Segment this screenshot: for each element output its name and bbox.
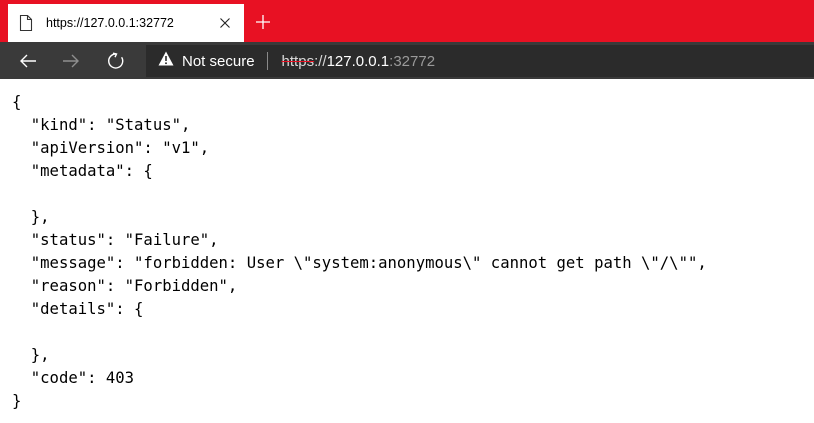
json-line bbox=[12, 183, 814, 206]
url-scheme: https bbox=[281, 52, 315, 70]
security-indicator[interactable]: Not secure bbox=[146, 45, 267, 77]
arrow-left-icon[interactable] bbox=[10, 42, 46, 79]
url-port: :32772 bbox=[389, 52, 436, 70]
json-line: "kind": "Status", bbox=[12, 116, 191, 134]
url-host: 127.0.0.1 bbox=[326, 52, 390, 70]
browser-tab[interactable]: https://127.0.0.1:32772 bbox=[8, 4, 244, 42]
close-icon[interactable] bbox=[214, 12, 236, 34]
json-line: } bbox=[12, 392, 22, 410]
url-text[interactable]: https://127.0.0.1:32772 bbox=[282, 53, 436, 70]
json-line: { bbox=[12, 93, 22, 111]
json-line bbox=[12, 321, 814, 344]
arrow-right-icon[interactable] bbox=[53, 42, 89, 79]
json-response-body: { "kind": "Status", "apiVersion": "v1", … bbox=[12, 91, 814, 413]
security-label: Not secure bbox=[182, 52, 255, 70]
json-line: "reason": "Forbidden", bbox=[12, 277, 238, 295]
tab-strip: https://127.0.0.1:32772 bbox=[0, 0, 814, 44]
json-line: "details": { bbox=[12, 300, 144, 318]
warning-icon bbox=[158, 51, 174, 71]
json-line: "message": "forbidden: User \"system:ano… bbox=[12, 254, 707, 272]
json-line: "metadata": { bbox=[12, 162, 153, 180]
toolbar: Not secure https://127.0.0.1:32772 bbox=[0, 42, 814, 79]
refresh-icon[interactable] bbox=[98, 42, 134, 79]
address-bar[interactable]: Not secure https://127.0.0.1:32772 bbox=[146, 45, 814, 77]
json-line: }, bbox=[12, 346, 50, 364]
divider bbox=[266, 52, 268, 70]
json-line: "status": "Failure", bbox=[12, 231, 219, 249]
json-line: "code": 403 bbox=[12, 369, 135, 387]
url-separator: :// bbox=[314, 52, 327, 70]
plus-icon[interactable] bbox=[252, 11, 274, 33]
json-line: }, bbox=[12, 208, 50, 226]
json-line: "apiVersion": "v1", bbox=[12, 139, 210, 157]
page-icon bbox=[18, 15, 34, 31]
tab-title: https://127.0.0.1:32772 bbox=[46, 16, 174, 30]
